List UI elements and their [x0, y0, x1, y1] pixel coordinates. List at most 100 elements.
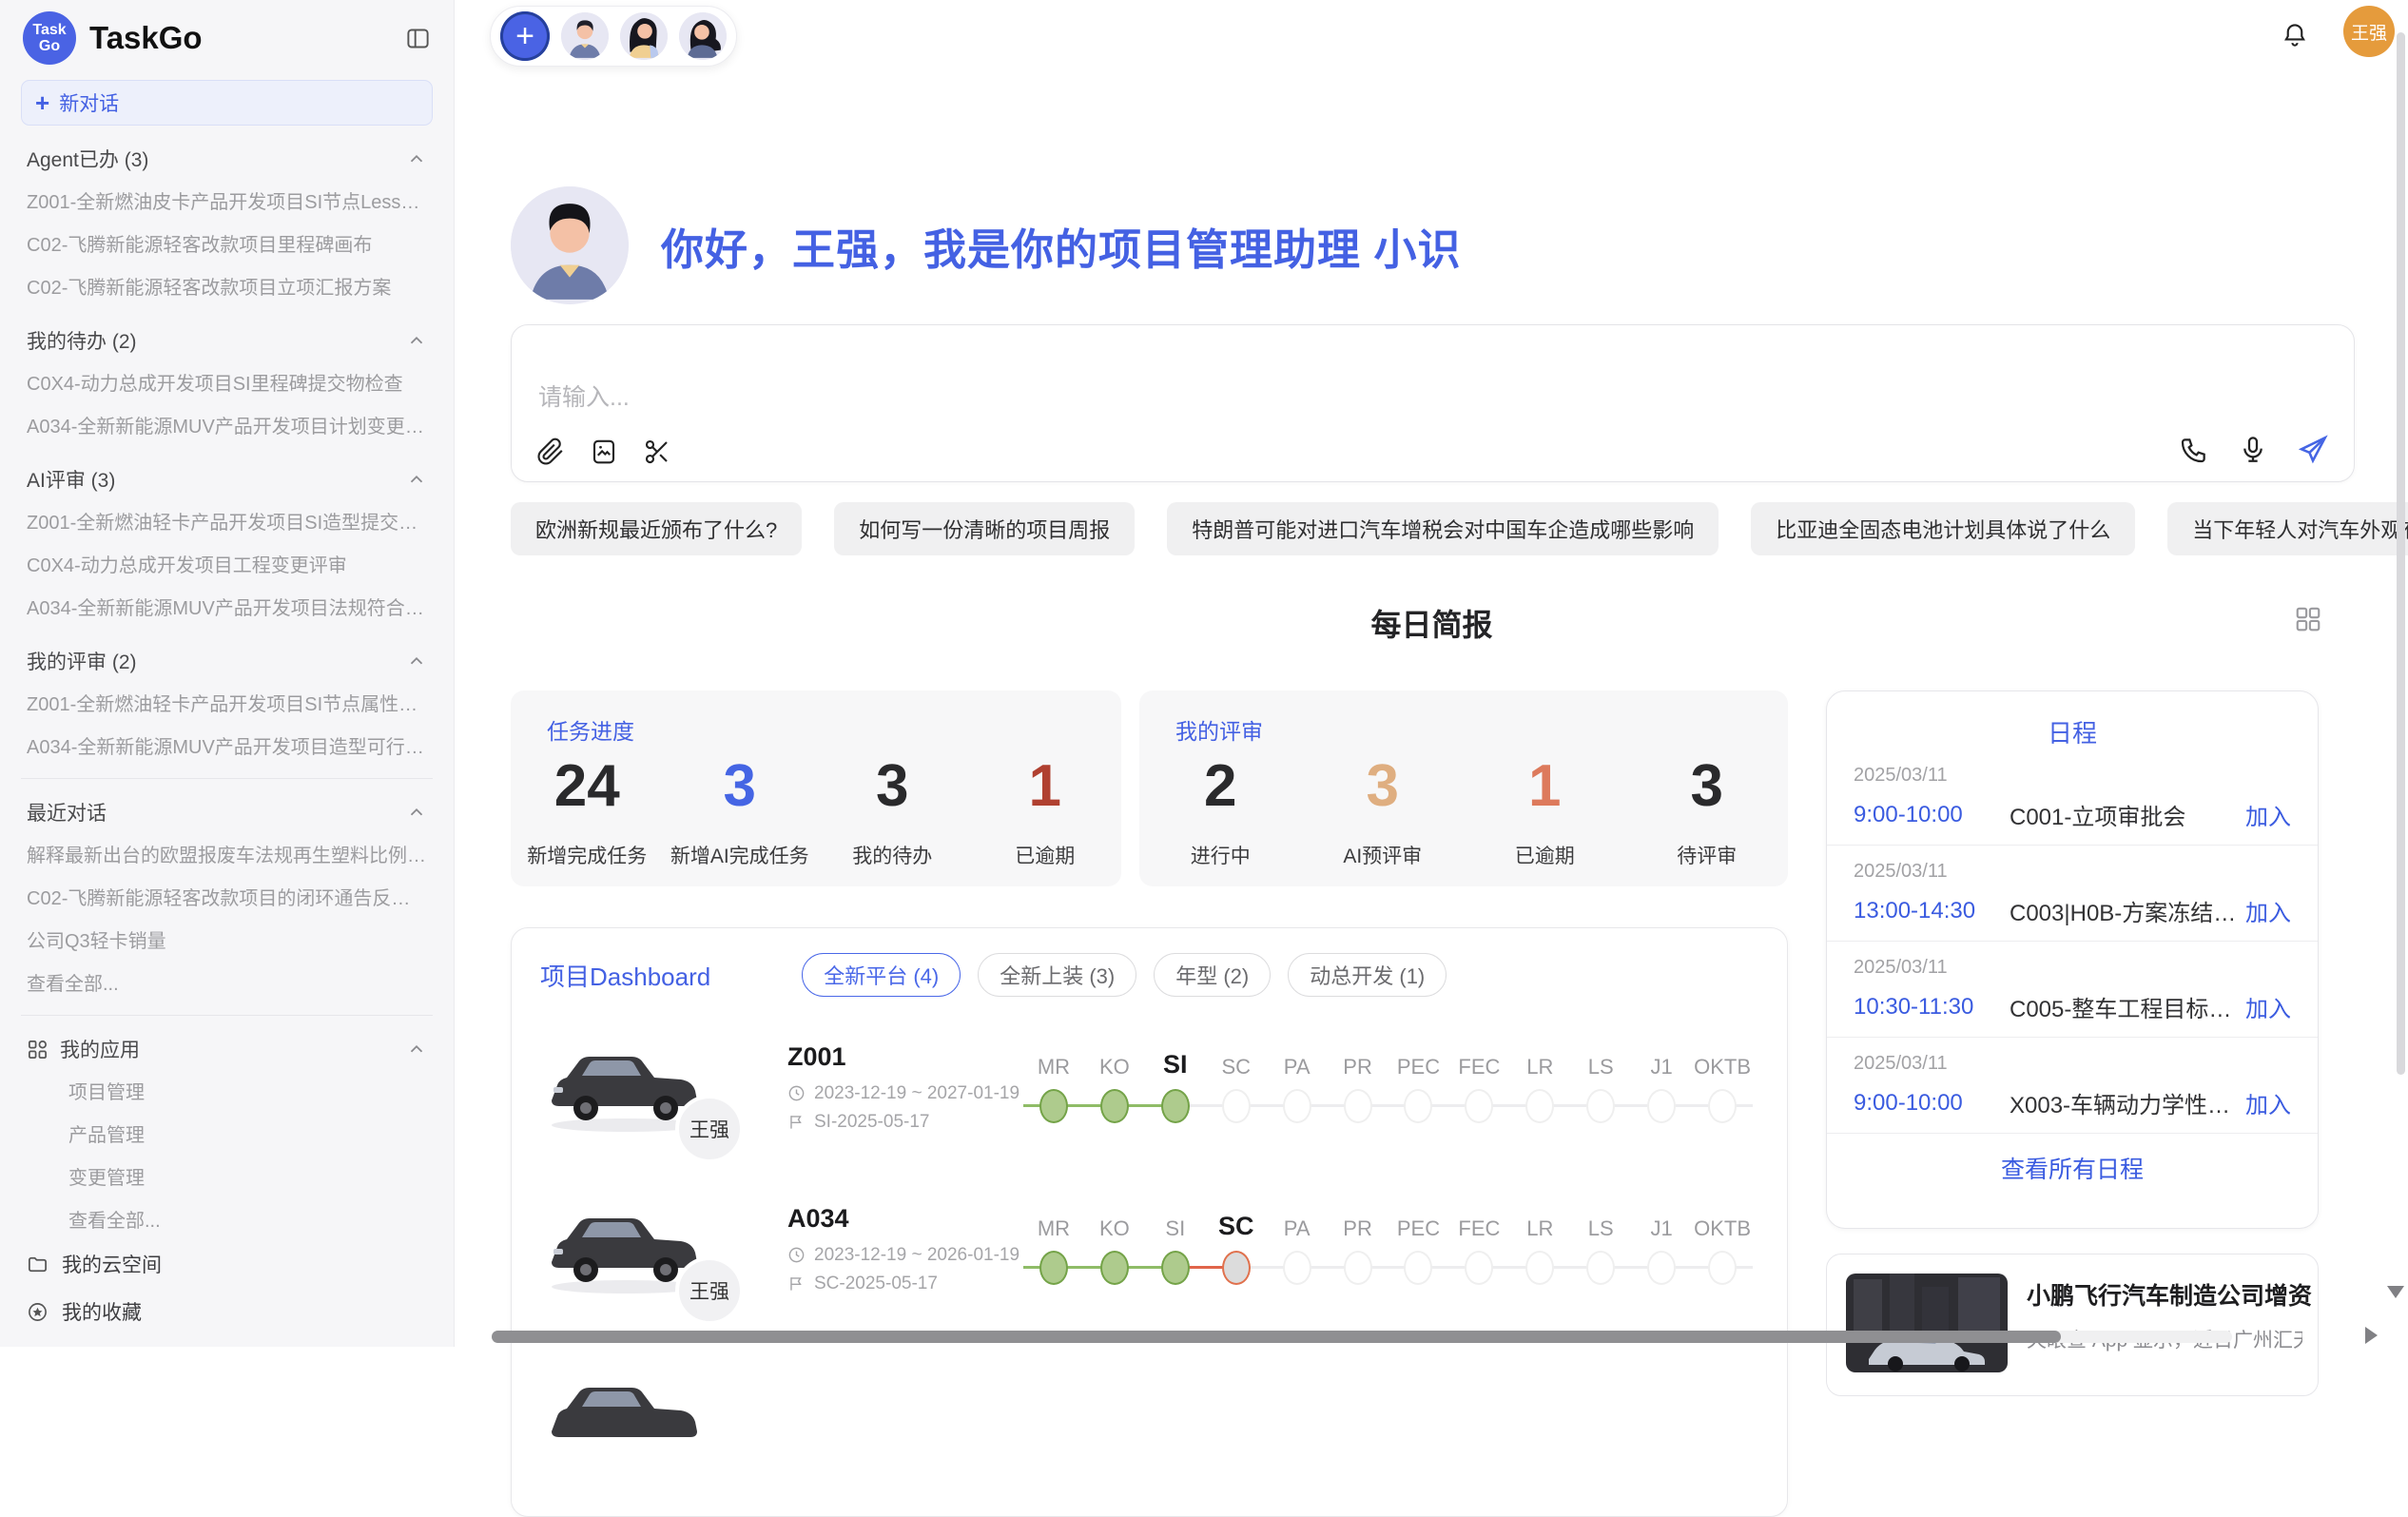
apps-view-all[interactable]: 查看全部...: [27, 1197, 427, 1240]
sidebar-task-item[interactable]: A034-全新新能源MUV产品开发项目造型可行性评审: [27, 724, 427, 767]
app-item-project-mgmt[interactable]: 项目管理: [27, 1069, 427, 1112]
chat-input[interactable]: [538, 384, 1394, 412]
suggestion-chip[interactable]: 如何写一份清晰的项目周报: [834, 502, 1135, 555]
greeting-text: 你好，王强，我是你的项目管理助理 小识: [661, 215, 1462, 277]
sidebar-task-item[interactable]: A034-全新新能源MUV产品开发项目法规符合性评审: [27, 585, 427, 628]
chevron-up-icon[interactable]: [406, 330, 427, 351]
sidebar-task-item[interactable]: C02-飞腾新能源轻客改款项目里程碑画布: [27, 222, 427, 264]
schedule-name: C001-立项审批会: [2010, 798, 2185, 831]
milestone-label: SI: [1163, 1047, 1188, 1079]
join-link[interactable]: 加入: [2245, 798, 2291, 831]
view-all-schedule-link[interactable]: 查看所有日程: [1827, 1151, 2318, 1185]
sidebar-task-item[interactable]: Z001-全新燃油皮卡产品开发项目SI节点Lesson Learn报告: [27, 179, 427, 222]
milestone-node: [1161, 1089, 1190, 1123]
milestone-stage: PEC: [1388, 1047, 1449, 1127]
sidebar-item-cloud-space[interactable]: 我的云空间: [27, 1240, 427, 1288]
star-badge-icon: [27, 1301, 49, 1323]
sidebar-task-item[interactable]: C02-飞腾新能源轻客改款项目立项汇报方案: [27, 264, 427, 307]
news-card[interactable]: 小鹏飞行汽车制造公司增资 天眼查 App 显示，近日广州汇天飞行汽: [1826, 1254, 2319, 1396]
project-row[interactable]: 王强 Z001 2023-12-19 ~ 2027-01-19 SI-2025-…: [512, 1016, 1787, 1158]
schedule-name: C003|H0B-方案冻结评审: [2010, 894, 2245, 927]
project-image: 王强: [540, 1199, 711, 1298]
milestone-node: [1525, 1089, 1554, 1123]
suggestion-chip[interactable]: 比亚迪全固态电池计划具体说了什么: [1751, 502, 2135, 555]
filter-new-body[interactable]: 全新上装 (3): [978, 953, 1136, 997]
project-row[interactable]: 王强 A034 2023-12-19 ~ 2026-01-19 SC-2025-…: [512, 1177, 1787, 1320]
horizontal-scrollbar-thumb[interactable]: [492, 1331, 2061, 1343]
milestone-node: [1283, 1251, 1311, 1285]
scroll-right-arrow-icon[interactable]: [2365, 1327, 2378, 1344]
sidebar-task-item[interactable]: A034-全新新能源MUV产品开发项目计划变更表编写: [27, 403, 427, 446]
agent-avatar-1[interactable]: [561, 12, 609, 60]
stat-value: 3: [1302, 749, 1465, 824]
milestone-timeline: MRKOSISCPAPRPECFECLRLSJ1OKTB: [1023, 1209, 1753, 1289]
logo-text-bottom: Go: [39, 38, 60, 54]
filter-year-model[interactable]: 年型 (2): [1154, 953, 1271, 997]
stat-new-done: 24 新增完成任务: [511, 749, 664, 869]
scissors-icon[interactable]: [643, 438, 671, 466]
recent-chat-item[interactable]: C02-飞腾新能源轻客改款项目的闭环通告反馈情况: [27, 875, 427, 918]
milestone-label: SC: [1221, 1047, 1251, 1079]
dashboard-title: 项目Dashboard: [540, 958, 710, 993]
sidebar-task-item[interactable]: Z001-全新燃油轻卡产品开发项目SI节点属性5D文件评审: [27, 681, 427, 724]
add-agent-button[interactable]: +: [500, 11, 550, 61]
join-link[interactable]: 加入: [2245, 894, 2291, 927]
join-link[interactable]: 加入: [2245, 1086, 2291, 1119]
sidebar-task-item[interactable]: C0X4-动力总成开发项目SI里程碑提交物检查: [27, 360, 427, 403]
sidebar-task-item[interactable]: Z001-全新燃油轻卡产品开发项目SI造型提交物评审: [27, 499, 427, 542]
project-image: 王强: [540, 1038, 711, 1137]
send-icon[interactable]: [2297, 434, 2329, 466]
stat-label: 新增AI完成任务: [664, 841, 817, 869]
filter-powertrain[interactable]: 动总开发 (1): [1288, 953, 1447, 997]
milestone-label: J1: [1651, 1047, 1673, 1079]
vertical-scrollbar-thumb[interactable]: [2397, 32, 2405, 1075]
attachment-icon[interactable]: [536, 438, 565, 466]
scroll-down-arrow-icon[interactable]: [2387, 1286, 2404, 1298]
sidebar-item-favorites[interactable]: 我的收藏: [27, 1288, 427, 1335]
sidebar-collapse-icon[interactable]: [405, 26, 431, 51]
milestone-label: PA: [1284, 1047, 1311, 1079]
new-chat-button[interactable]: + 新对话: [21, 80, 433, 126]
composer: [511, 324, 2355, 482]
news-title: 小鹏飞行汽车制造公司增资: [2027, 1277, 2312, 1312]
schedule-time: 13:00-14:30: [1854, 898, 1996, 924]
layout-grid-icon[interactable]: [2294, 605, 2322, 633]
join-link[interactable]: 加入: [2245, 990, 2291, 1023]
clock-icon: [787, 1246, 806, 1264]
chevron-up-icon[interactable]: [406, 1039, 427, 1060]
dashboard-filters: 全新平台 (4) 全新上装 (3) 年型 (2) 动总开发 (1): [802, 953, 1447, 997]
chevron-up-icon[interactable]: [406, 802, 427, 823]
user-avatar[interactable]: 王强: [2343, 6, 2395, 57]
stat-review-overdue: 1 已逾期: [1464, 749, 1626, 869]
image-upload-icon[interactable]: [590, 438, 618, 466]
agent-avatar-3[interactable]: [679, 12, 727, 60]
chevron-up-icon[interactable]: [406, 469, 427, 490]
suggestion-chips: 欧洲新规最近颁布了什么? 如何写一份清晰的项目周报 特朗普可能对进口汽车增税会对…: [511, 502, 2408, 555]
milestone-stage: LR: [1509, 1209, 1570, 1289]
app-item-product-mgmt[interactable]: 产品管理: [27, 1112, 427, 1155]
project-owner-badge: 王强: [675, 1095, 744, 1163]
section-title: 我的评审 (2): [27, 647, 137, 675]
sidebar-task-item[interactable]: C0X4-动力总成开发项目工程变更评审: [27, 542, 427, 585]
project-dashboard-card: 项目Dashboard 全新平台 (4) 全新上装 (3) 年型 (2) 动总开…: [511, 927, 1788, 1517]
app-item-change-mgmt[interactable]: 变更管理: [27, 1155, 427, 1197]
chevron-up-icon[interactable]: [406, 651, 427, 671]
filter-all-new-platform[interactable]: 全新平台 (4): [802, 953, 961, 997]
recent-chat-item[interactable]: 解释最新出台的欧盟报废车法规再生塑料比例被调至15%...: [27, 832, 427, 875]
recent-view-all[interactable]: 查看全部...: [27, 961, 427, 1003]
section-recent-chats: 最近对话: [27, 798, 427, 827]
suggestion-chip[interactable]: 特朗普可能对进口汽车增税会对中国车企造成哪些影响: [1167, 502, 1719, 555]
chevron-up-icon[interactable]: [406, 148, 427, 169]
microphone-icon[interactable]: [2238, 434, 2268, 466]
suggestion-chip[interactable]: 欧洲新规最近颁布了什么?: [511, 502, 802, 555]
milestone-node: [1222, 1089, 1251, 1123]
suggestion-chip[interactable]: 当下年轻人对汽车外观有怎样的喜好趋势: [2167, 502, 2408, 555]
recent-chat-item[interactable]: 公司Q3轻卡销量: [27, 918, 427, 961]
stat-label: 我的待办: [816, 841, 969, 869]
bell-icon[interactable]: [2281, 21, 2309, 49]
stat-label: 已逾期: [1464, 841, 1626, 869]
section-my-todo: 我的待办 (2): [27, 326, 427, 355]
section-ai-review: AI评审 (3): [27, 465, 427, 494]
phone-call-icon[interactable]: [2179, 434, 2209, 466]
agent-avatar-2[interactable]: [620, 12, 668, 60]
